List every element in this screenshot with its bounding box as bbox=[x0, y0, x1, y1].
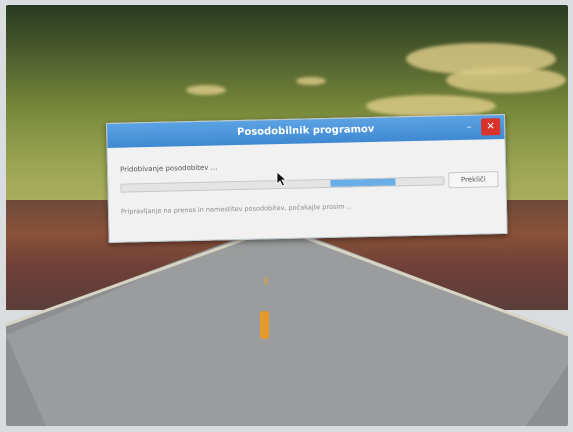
updater-dialog: Posodobilnik programov – ✕ Pridobivanje … bbox=[106, 113, 508, 243]
cancel-button[interactable]: Prekliči bbox=[448, 171, 499, 189]
close-button[interactable]: ✕ bbox=[480, 118, 501, 136]
progress-bar-fill bbox=[330, 178, 396, 187]
mouse-pointer-icon bbox=[276, 171, 288, 187]
desktop-screen: Posodobilnik programov – ✕ Pridobivanje … bbox=[6, 5, 568, 426]
photo-frame: Posodobilnik programov – ✕ Pridobivanje … bbox=[0, 0, 573, 432]
status-text: Pridobivanje posodobitev … bbox=[119, 163, 218, 174]
info-note: Pripravljanje na prenos in namestitev po… bbox=[120, 202, 354, 216]
minimize-button[interactable]: – bbox=[461, 120, 477, 136]
